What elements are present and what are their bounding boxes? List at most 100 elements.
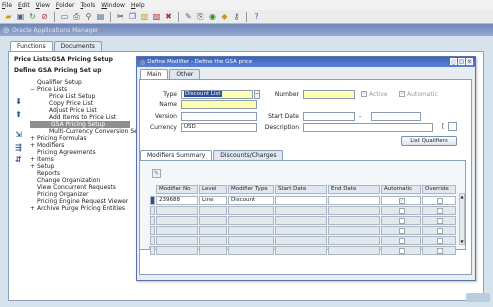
help-icon[interactable]: ? <box>251 11 262 22</box>
tree-item[interactable]: + Pricing Formulas <box>30 135 148 142</box>
grid-cell[interactable] <box>275 196 327 205</box>
column-header[interactable]: Level <box>199 185 227 194</box>
close-icon[interactable]: × <box>466 58 473 65</box>
tree-expander[interactable]: + <box>30 205 37 212</box>
tree-item[interactable]: Price List Setup <box>30 93 148 100</box>
tab-main[interactable]: Main <box>140 69 169 79</box>
tree-item[interactable]: Reports <box>30 170 148 177</box>
automatic-row-checkbox[interactable] <box>399 218 405 224</box>
override-row-checkbox[interactable] <box>437 208 443 214</box>
attachments-icon[interactable]: ⎘ <box>195 11 206 22</box>
version-field[interactable] <box>181 112 257 121</box>
grid-cell[interactable] <box>381 236 421 245</box>
grid-cell[interactable] <box>199 226 227 235</box>
grid-cell[interactable] <box>156 246 198 255</box>
translations-icon[interactable]: ◉ <box>207 11 218 22</box>
tree-item[interactable]: Multi-Currency Conversion Setup <box>30 128 148 135</box>
row-selector[interactable] <box>150 206 155 215</box>
grid-cell[interactable] <box>422 216 456 225</box>
tree-item[interactable]: + Items <box>30 156 148 163</box>
tree-expander[interactable]: − <box>30 86 37 93</box>
grid-cell[interactable]: ✓ <box>381 196 421 205</box>
folder-tools-icon[interactable]: ▤ <box>95 11 106 22</box>
tab-discounts-charges[interactable]: Discounts/Charges <box>213 150 284 160</box>
grid-cell[interactable] <box>228 236 274 245</box>
grid-cell[interactable] <box>422 236 456 245</box>
grid-cell[interactable] <box>156 216 198 225</box>
grid-cell[interactable] <box>381 226 421 235</box>
cut-icon[interactable]: ✂ <box>115 11 126 22</box>
start-date-field[interactable] <box>303 112 355 121</box>
attachment-clip-icon[interactable]: ⚷ <box>231 11 242 22</box>
grid-cell[interactable] <box>228 246 274 255</box>
menu-file[interactable]: File <box>2 2 12 9</box>
row-selector[interactable] <box>150 196 155 205</box>
copy-icon[interactable]: ❐ <box>127 11 138 22</box>
row-selector[interactable] <box>150 236 155 245</box>
automatic-checkbox[interactable]: ✓ <box>399 91 405 97</box>
grid-cell[interactable] <box>381 246 421 255</box>
menu-window[interactable]: Window <box>101 2 125 9</box>
grid-cell[interactable] <box>328 206 380 215</box>
new-record-icon[interactable]: ▨ <box>151 11 162 22</box>
tree-item[interactable]: + Setup <box>30 163 148 170</box>
tree-item[interactable]: Pricing Agreements <box>30 149 148 156</box>
navigate-icon[interactable]: ↻ <box>27 11 38 22</box>
tab-modifiers-summary[interactable]: Modifiers Summary <box>140 150 213 160</box>
column-header[interactable]: Modifier Type <box>228 185 274 194</box>
zoom-icon[interactable]: ⊘ <box>39 11 50 22</box>
expand-all-icon[interactable]: ⇶ <box>14 143 23 152</box>
tree-expander[interactable]: + <box>30 135 37 142</box>
description-field[interactable] <box>303 123 433 132</box>
grid-cell[interactable] <box>199 216 227 225</box>
list-qualifiers-button[interactable]: List Qualifiers <box>401 136 457 146</box>
paste-icon[interactable]: ▥ <box>139 11 150 22</box>
grid-cell[interactable] <box>328 226 380 235</box>
tab-documents[interactable]: Documents <box>53 41 102 51</box>
override-row-checkbox[interactable] <box>437 198 443 204</box>
grid-cell[interactable]: Discount <box>228 196 274 205</box>
delete-record-icon[interactable]: ✖ <box>163 11 174 22</box>
scroll-down-icon[interactable]: ▼ <box>460 239 464 244</box>
tree-item[interactable]: Qualifier Setup <box>30 79 148 86</box>
menu-view[interactable]: View <box>36 2 50 9</box>
grid-cell[interactable] <box>228 226 274 235</box>
grid-cell[interactable] <box>199 236 227 245</box>
grid-cell[interactable] <box>275 206 327 215</box>
column-header[interactable]: Modifier No <box>156 185 198 194</box>
grid-cell[interactable] <box>156 206 198 215</box>
grid-scrollbar[interactable]: ▲ ▼ <box>459 193 465 245</box>
collapse-all-icon[interactable]: ⇵ <box>14 155 23 164</box>
navigator-open-button[interactable] <box>466 293 490 302</box>
tree-item[interactable]: View Concurrent Requests <box>30 184 148 191</box>
grid-cell[interactable] <box>328 196 380 205</box>
grid-cell[interactable] <box>422 226 456 235</box>
descriptive-flexfield-icon[interactable] <box>448 122 457 131</box>
tree-item[interactable]: Pricing Organizer <box>30 191 148 198</box>
tab-other[interactable]: Other <box>169 69 201 79</box>
collapse-arrow-icon[interactable]: ⬆ <box>14 110 23 119</box>
grid-cell[interactable] <box>381 206 421 215</box>
maximize-icon[interactable]: □ <box>458 58 465 65</box>
column-header[interactable]: Automatic <box>381 185 421 194</box>
grid-cell[interactable] <box>275 236 327 245</box>
open-arrow-icon[interactable]: ⬇ <box>14 97 23 106</box>
automatic-row-checkbox[interactable] <box>399 238 405 244</box>
tree-item[interactable]: + Modifiers <box>30 142 148 149</box>
edit-record-icon[interactable]: ✎ <box>152 169 161 178</box>
column-header[interactable]: Start Date <box>275 185 327 194</box>
tree-expander[interactable]: + <box>30 163 37 170</box>
save-icon[interactable]: ▣ <box>15 11 26 22</box>
row-selector[interactable] <box>150 226 155 235</box>
tree-expander[interactable]: + <box>30 142 37 149</box>
grid-cell[interactable] <box>381 216 421 225</box>
menu-folder[interactable]: Folder <box>56 2 75 9</box>
end-date-field[interactable] <box>371 112 421 121</box>
number-field[interactable] <box>303 90 355 99</box>
tree-item[interactable]: Add Items to Price List <box>30 114 148 121</box>
grid-cell[interactable] <box>275 226 327 235</box>
grid-cell[interactable] <box>422 206 456 215</box>
scroll-up-icon[interactable]: ▲ <box>460 194 464 199</box>
grid-cell[interactable] <box>156 226 198 235</box>
grid-cell[interactable] <box>228 206 274 215</box>
